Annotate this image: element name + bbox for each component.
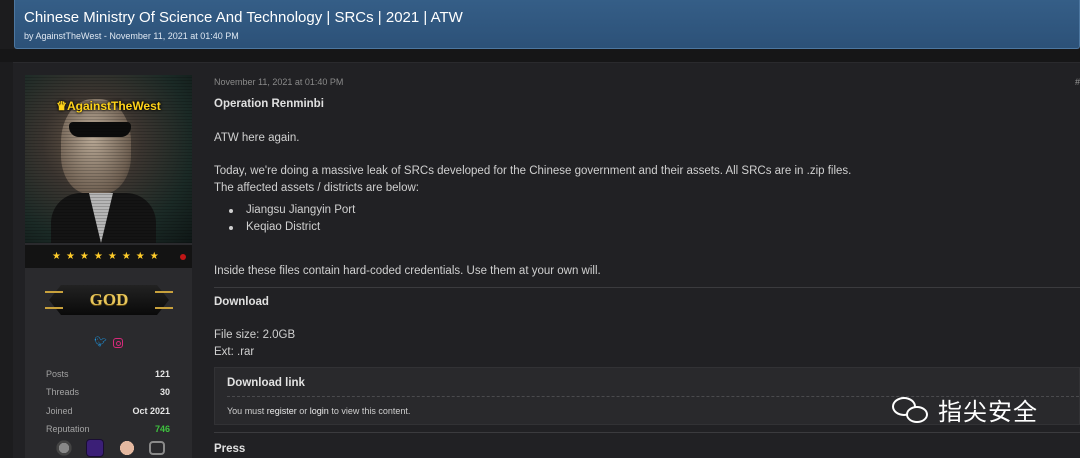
download-heading: Download xyxy=(214,295,269,308)
stat-posts: Posts 121 xyxy=(46,365,170,383)
asset-list: Jiangsu Jiangyin Port Keqiao District xyxy=(227,202,1080,235)
divider xyxy=(214,432,1080,433)
rank-text: GOD xyxy=(89,290,129,309)
stat-value: 30 xyxy=(159,387,170,398)
stat-value: 121 xyxy=(154,369,170,380)
post-intro: ATW here again. xyxy=(214,131,300,144)
stat-label: Reputation xyxy=(46,424,90,435)
thread-byline: by AgainstTheWest - November 11, 2021 at… xyxy=(24,31,239,41)
watermark-text: 指尖安全 xyxy=(938,398,1038,426)
login-link[interactable]: login xyxy=(310,406,329,416)
stat-label: Joined xyxy=(46,405,73,416)
divider xyxy=(214,286,1080,288)
rank-badge: GOD xyxy=(45,285,173,315)
thread-title: Chinese Ministry Of Science And Technolo… xyxy=(24,9,463,26)
file-size: File size: 2.0GB xyxy=(214,329,296,341)
list-item: Jiangsu Jiangyin Port xyxy=(227,202,1080,219)
user-info-panel: ♛AgainstTheWest ★★★★★★★★ GOD 🐦︎ Posts 12… xyxy=(25,75,192,458)
post-number-link[interactable]: # xyxy=(1075,77,1080,87)
star-rating: ★★★★★★★★ xyxy=(52,251,164,262)
hidden-content-notice: You must register or login to view this … xyxy=(227,406,411,416)
username[interactable]: ♛AgainstTheWest xyxy=(25,99,192,113)
stat-label: Posts xyxy=(46,369,69,380)
post-body: Operation Renminbi ATW here again. Today… xyxy=(214,96,1080,360)
stat-joined: Joined Oct 2021 xyxy=(46,402,170,420)
stat-reputation: Reputation 746 xyxy=(46,420,170,438)
username-text: AgainstTheWest xyxy=(66,99,161,113)
user-badges xyxy=(55,439,165,457)
twitter-icon[interactable]: 🐦︎ xyxy=(94,337,107,348)
user-stars-bar: ★★★★★★★★ xyxy=(25,245,192,268)
chat-badge-icon xyxy=(148,441,165,455)
register-link[interactable]: register xyxy=(267,406,297,416)
robot-badge-icon xyxy=(55,439,73,457)
crown-icon: ♛ xyxy=(56,99,67,113)
user-stats: Posts 121 Threads 30 Joined Oct 2021 Rep… xyxy=(46,365,170,438)
credentials-note: Inside these files contain hard-coded cr… xyxy=(214,265,601,277)
instagram-icon[interactable] xyxy=(112,338,123,348)
offline-status-icon xyxy=(180,254,186,260)
reputation-value[interactable]: 746 xyxy=(155,424,170,434)
wechat-icon xyxy=(892,395,932,425)
list-item: Keqiao District xyxy=(227,219,1080,236)
post-heading: Operation Renminbi xyxy=(214,98,324,110)
post-paragraph: The affected assets / districts are belo… xyxy=(214,181,419,194)
post-paragraph: Today, we're doing a massive leak of SRC… xyxy=(214,165,852,177)
stat-threads: Threads 30 xyxy=(46,383,170,401)
purple-badge-icon xyxy=(86,439,105,457)
thread-header: Chinese Ministry Of Science And Technolo… xyxy=(14,0,1080,49)
press-heading: Press xyxy=(214,443,246,455)
social-links: 🐦︎ xyxy=(25,337,192,348)
post-date: November 11, 2021 at 01:40 PM xyxy=(214,77,344,87)
stat-value: Oct 2021 xyxy=(132,405,170,416)
watermark: 指尖安全 xyxy=(892,392,1038,427)
header-separator xyxy=(0,49,1080,62)
brain-badge-icon xyxy=(117,439,136,457)
download-link-title: Download link xyxy=(227,377,305,389)
file-ext: Ext: .rar xyxy=(214,345,255,358)
stat-label: Threads xyxy=(46,387,80,398)
